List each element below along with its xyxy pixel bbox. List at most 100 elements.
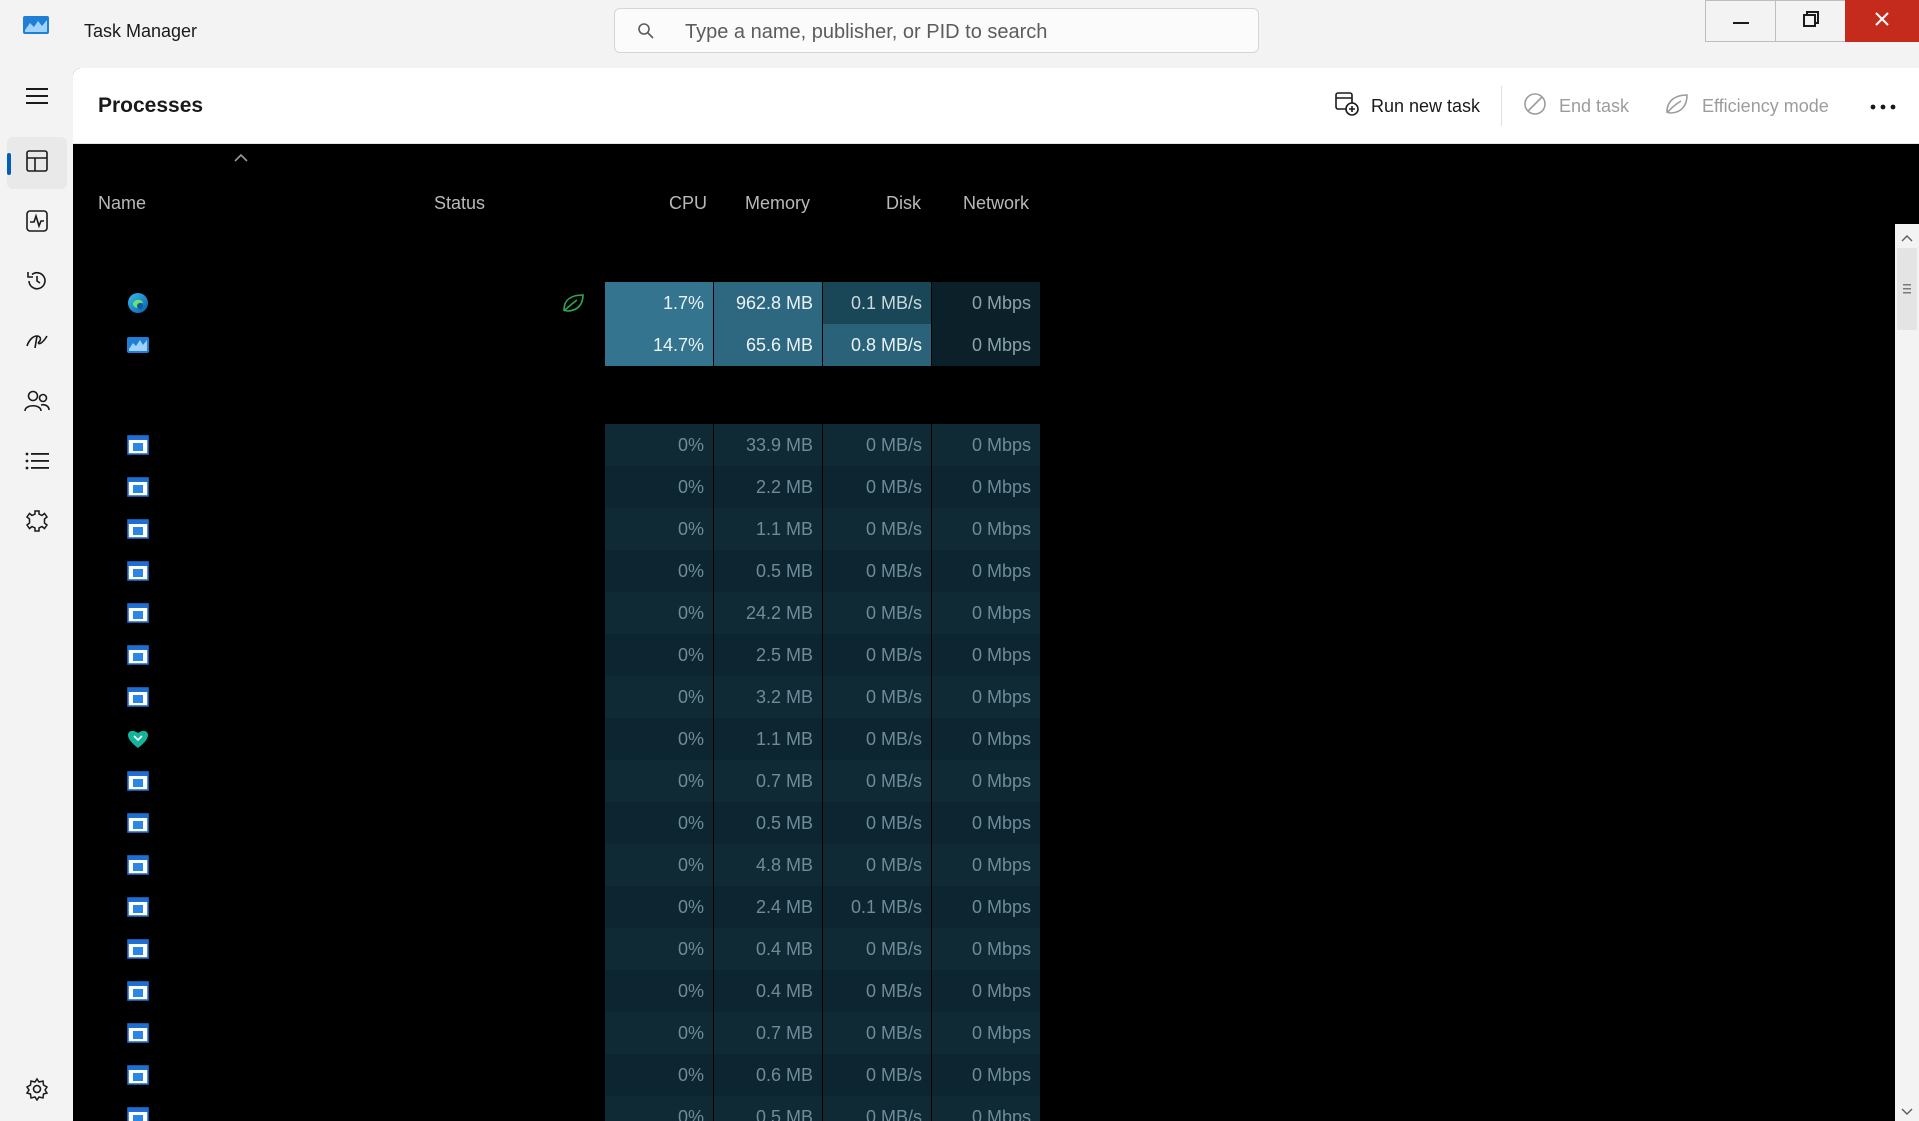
performance-icon [26, 209, 48, 237]
close-icon [1874, 11, 1890, 32]
table-row[interactable]: 14.7% 65.6 MB 0.8 MB/s 0 Mbps [73, 324, 1113, 366]
table-row[interactable]: 0% 3.2 MB 0 MB/s 0 Mbps [73, 676, 1113, 718]
restore-button[interactable] [1775, 0, 1845, 42]
app-title: Task Manager [84, 21, 198, 41]
cpu-cell: 0% [605, 1012, 713, 1054]
processes-panel: Processes Run new task End task Efficien… [73, 68, 1919, 1121]
efficiency-mode-button[interactable]: Efficiency mode [1664, 90, 1829, 122]
nav-item-startup-apps[interactable] [7, 317, 67, 369]
cpu-cell: 0% [605, 634, 713, 676]
table-row[interactable]: 0% 0.5 MB 0 MB/s 0 Mbps [73, 1096, 1113, 1121]
memory-cell: 33.9 MB [714, 424, 822, 466]
more-icon [1870, 97, 1896, 115]
task-manager-logo-icon [23, 16, 49, 34]
search-box[interactable] [614, 8, 1259, 53]
table-row[interactable]: 0% 2.5 MB 0 MB/s 0 Mbps [73, 634, 1113, 676]
network-cell: 0 Mbps [932, 928, 1040, 970]
nav-item-processes[interactable] [7, 137, 67, 189]
hamburger-menu-button[interactable] [7, 72, 67, 124]
network-cell: 0 Mbps [932, 634, 1040, 676]
column-header-network[interactable]: Network [963, 193, 1029, 214]
table-row[interactable]: 0% 0.5 MB 0 MB/s 0 Mbps [73, 550, 1113, 592]
nav-item-performance[interactable] [7, 197, 67, 249]
table-row[interactable]: 1.7% 962.8 MB 0.1 MB/s 0 Mbps [73, 282, 1113, 324]
network-cell: 0 Mbps [932, 844, 1040, 886]
scrollbar-thumb[interactable] [1897, 248, 1917, 330]
table-row[interactable]: 0% 0.7 MB 0 MB/s 0 Mbps [73, 760, 1113, 802]
window-process-icon [127, 1106, 149, 1121]
network-cell: 0 Mbps [932, 424, 1040, 466]
disk-cell: 0.1 MB/s [823, 886, 931, 928]
network-cell: 0 Mbps [932, 508, 1040, 550]
cpu-cell: 0% [605, 676, 713, 718]
sort-ascending-icon[interactable] [233, 150, 249, 162]
column-header-cpu[interactable]: CPU [669, 193, 707, 214]
scroll-up-icon[interactable] [1900, 230, 1914, 242]
disk-cell: 0 MB/s [823, 550, 931, 592]
end-task-button[interactable]: End task [1523, 90, 1629, 122]
disk-cell: 0 MB/s [823, 802, 931, 844]
disk-cell: 0.8 MB/s [823, 324, 931, 366]
memory-cell: 0.4 MB [714, 970, 822, 1012]
more-options-button[interactable] [1868, 94, 1898, 118]
column-header-status[interactable]: Status [434, 193, 485, 214]
disk-cell: 0 MB/s [823, 634, 931, 676]
network-cell: 0 Mbps [932, 592, 1040, 634]
table-row[interactable]: 0% 2.4 MB 0.1 MB/s 0 Mbps [73, 886, 1113, 928]
restore-icon [1802, 10, 1819, 32]
disk-cell: 0 MB/s [823, 424, 931, 466]
disk-cell: 0 MB/s [823, 508, 931, 550]
column-header-name[interactable]: Name [98, 193, 146, 214]
efficiency-leaf-icon [1664, 92, 1690, 121]
scroll-down-icon[interactable] [1900, 1104, 1914, 1115]
table-row[interactable]: 0% 0.4 MB 0 MB/s 0 Mbps [73, 928, 1113, 970]
disk-cell: 0 MB/s [823, 1096, 931, 1121]
table-row[interactable]: 0% 1.1 MB 0 MB/s 0 Mbps [73, 508, 1113, 550]
command-bar: Processes Run new task End task Efficien… [73, 68, 1919, 144]
cpu-cell: 0% [605, 466, 713, 508]
close-button[interactable] [1845, 0, 1919, 42]
table-row[interactable]: 0% 1.1 MB 0 MB/s 0 Mbps [73, 718, 1113, 760]
search-icon [637, 22, 655, 40]
table-row[interactable]: 0% 33.9 MB 0 MB/s 0 Mbps [73, 424, 1113, 466]
search-input[interactable] [683, 15, 1247, 49]
table-row[interactable]: 0% 0.5 MB 0 MB/s 0 Mbps [73, 802, 1113, 844]
vertical-scrollbar[interactable] [1895, 224, 1919, 1121]
nav-item-users[interactable] [7, 377, 67, 429]
column-header-disk[interactable]: Disk [886, 193, 921, 214]
column-header-memory[interactable]: Memory [745, 193, 810, 214]
services-icon [25, 509, 49, 538]
table-row[interactable]: 0% 2.2 MB 0 MB/s 0 Mbps [73, 466, 1113, 508]
network-cell: 0 Mbps [932, 324, 1040, 366]
network-cell: 0 Mbps [932, 550, 1040, 592]
window-process-icon [127, 476, 149, 498]
table-row[interactable]: 0% 24.2 MB 0 MB/s 0 Mbps [73, 592, 1113, 634]
nav-item-services[interactable] [7, 497, 67, 549]
cpu-cell: 0% [605, 1096, 713, 1121]
details-icon [25, 452, 49, 475]
table-row[interactable]: 0% 0.4 MB 0 MB/s 0 Mbps [73, 970, 1113, 1012]
table-row[interactable]: 0% 4.8 MB 0 MB/s 0 Mbps [73, 844, 1113, 886]
efficiency-leaf-icon [561, 292, 587, 314]
disk-cell: 0 MB/s [823, 718, 931, 760]
window-process-icon [127, 854, 149, 876]
window-process-icon [127, 980, 149, 1002]
table-row[interactable]: 0% 0.7 MB 0 MB/s 0 Mbps [73, 1012, 1113, 1054]
run-new-task-icon [1335, 91, 1359, 121]
navigation-pane [0, 68, 73, 1121]
memory-cell: 0.4 MB [714, 928, 822, 970]
app-history-icon [25, 269, 49, 298]
network-cell: 0 Mbps [932, 282, 1040, 324]
table-row[interactable]: 0% 0.6 MB 0 MB/s 0 Mbps [73, 1054, 1113, 1096]
run-new-task-button[interactable]: Run new task [1335, 90, 1480, 122]
network-cell: 0 Mbps [932, 466, 1040, 508]
nav-item-settings[interactable] [7, 1065, 67, 1117]
minimize-button[interactable] [1705, 0, 1775, 42]
nav-item-details[interactable] [7, 437, 67, 489]
memory-cell: 2.5 MB [714, 634, 822, 676]
disk-cell: 0 MB/s [823, 844, 931, 886]
nav-item-app-history[interactable] [7, 257, 67, 309]
task-manager-app-icon [127, 334, 149, 356]
memory-cell: 962.8 MB [714, 282, 822, 324]
disk-cell: 0.1 MB/s [823, 282, 931, 324]
